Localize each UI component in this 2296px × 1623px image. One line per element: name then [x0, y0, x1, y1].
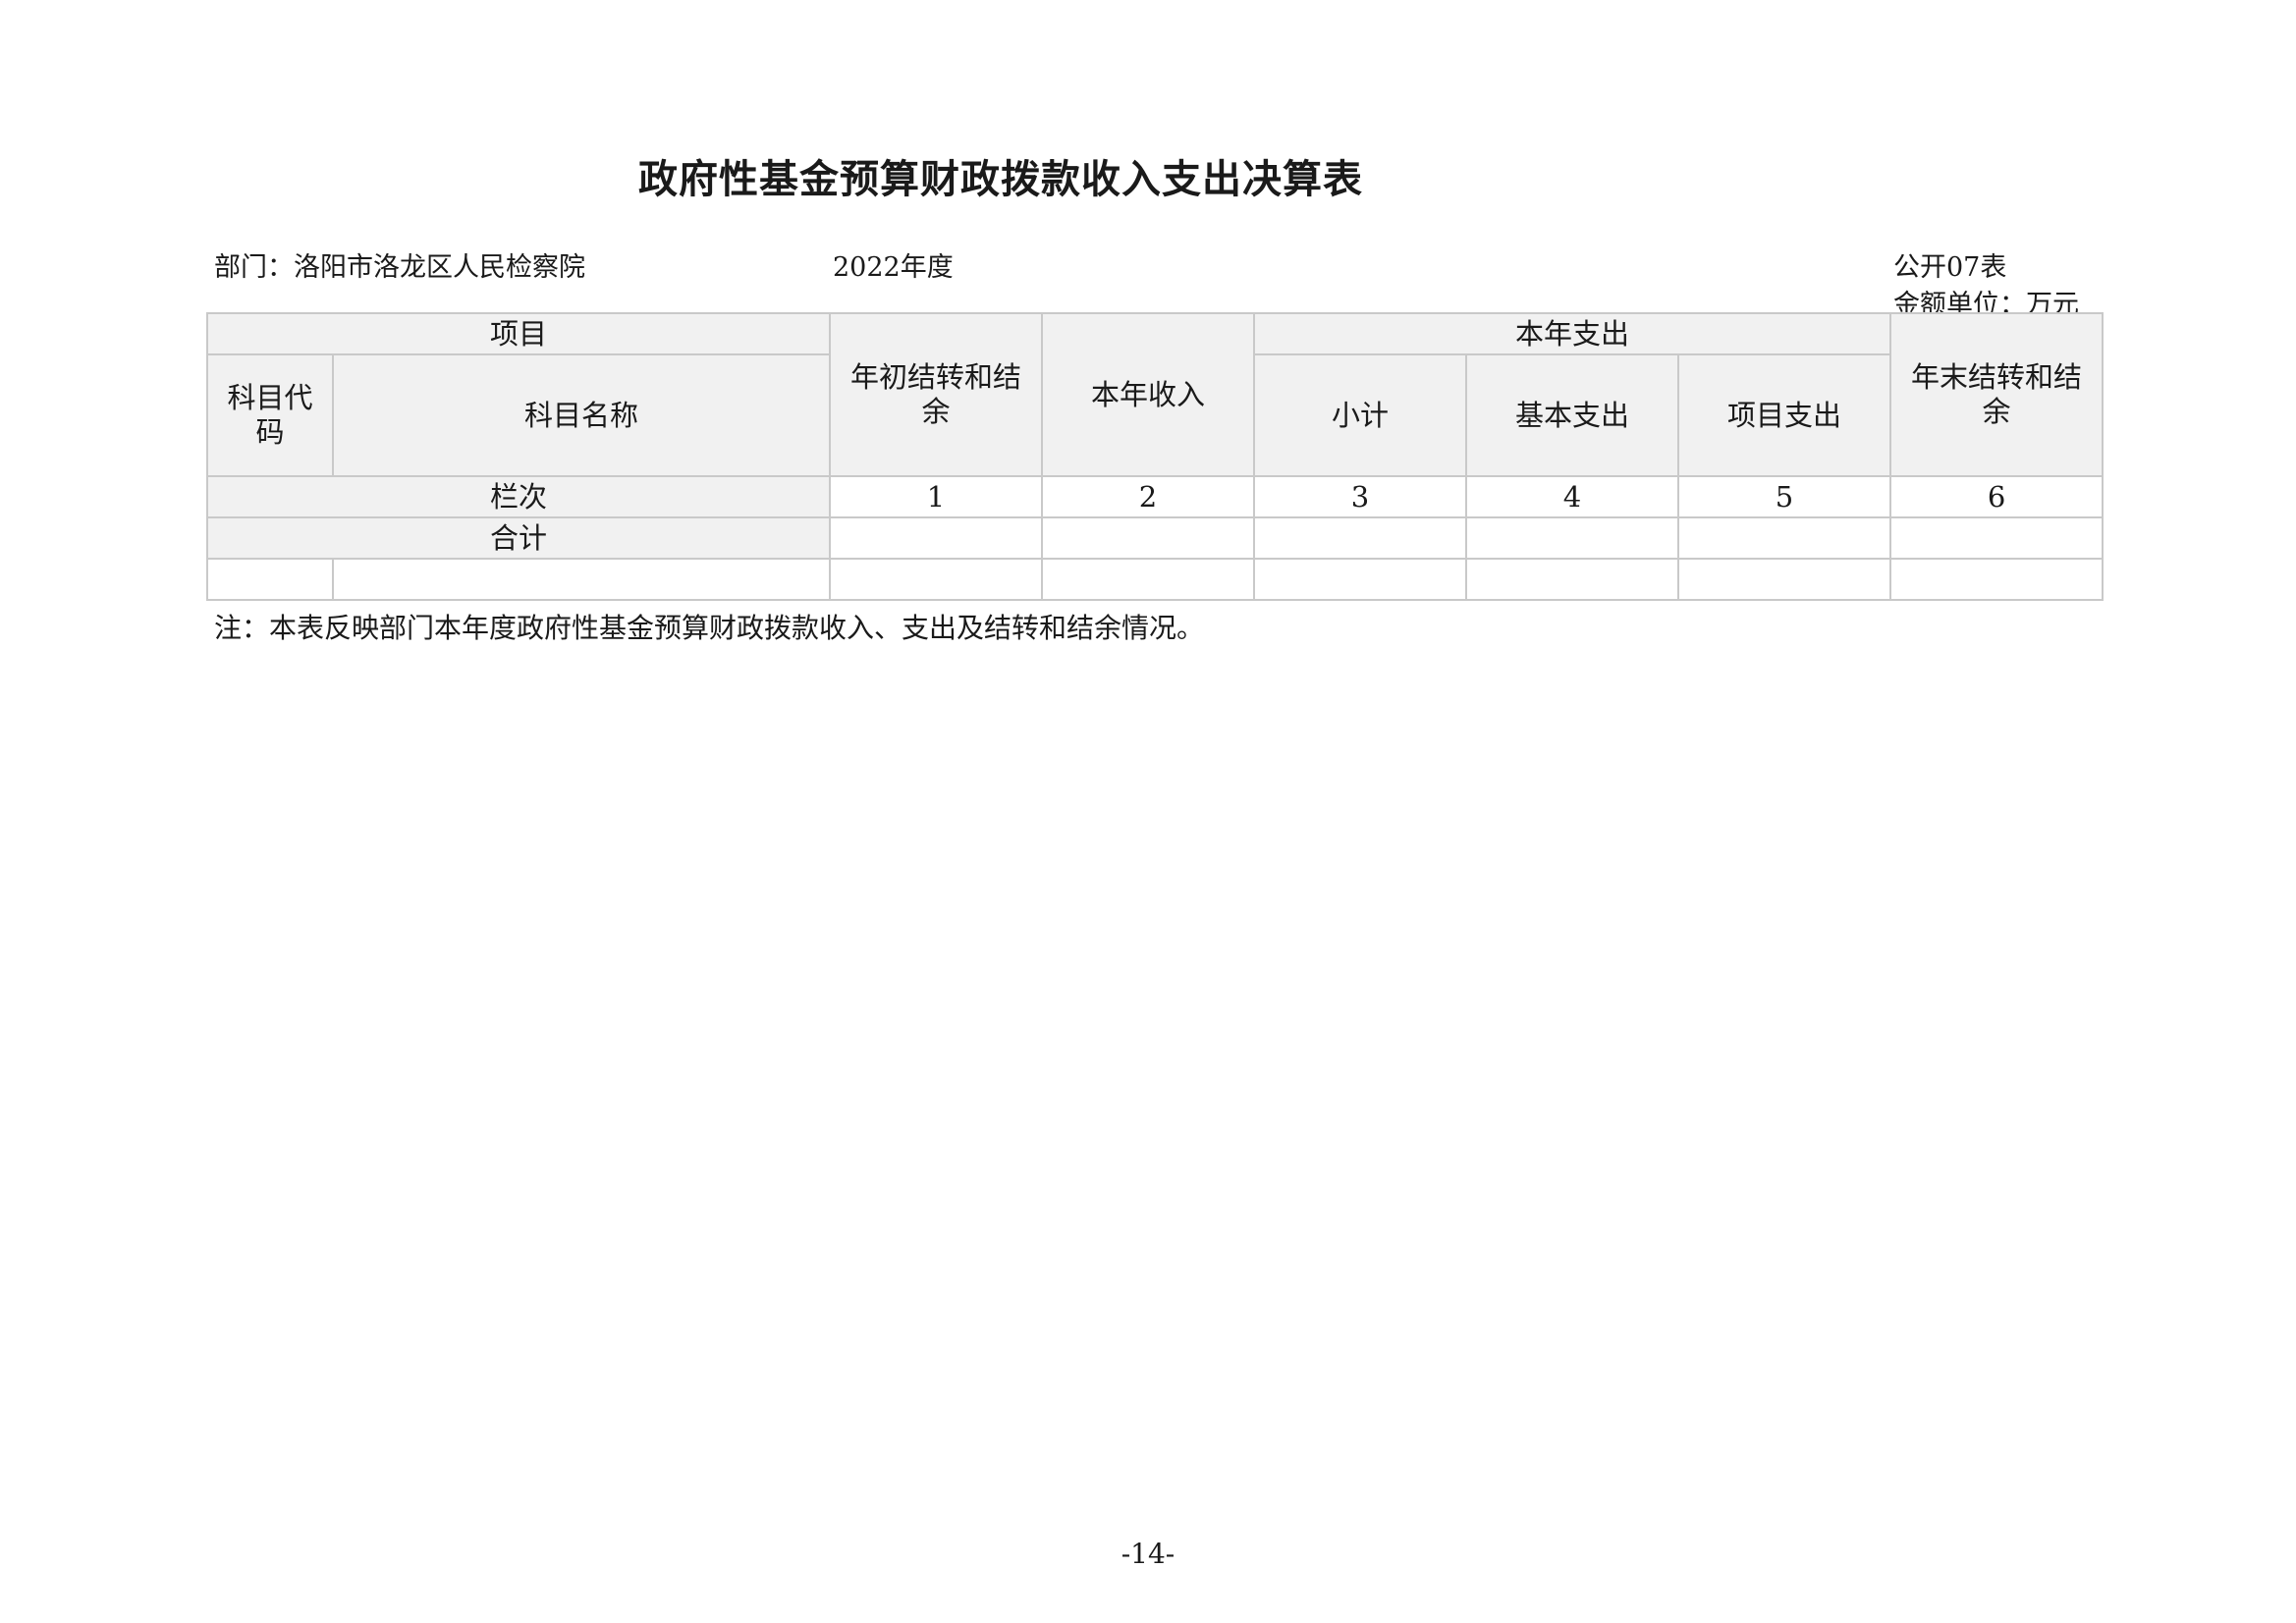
column-number: 1	[829, 475, 1044, 518]
department-label: 部门：洛阳市洛龙区人民检察院	[214, 252, 585, 283]
row-cell	[1041, 558, 1256, 601]
page-number: -14-	[1121, 1538, 1175, 1570]
total-cell	[829, 516, 1044, 560]
column-number: 3	[1253, 475, 1468, 518]
header-project: 项目	[205, 312, 832, 355]
header-closing-balance: 年末结转和结余	[1889, 312, 2105, 477]
row-cell	[1253, 558, 1468, 601]
table-row	[206, 558, 2105, 601]
row-subject-name	[331, 558, 832, 601]
row-cell	[1677, 558, 1892, 601]
row-cell	[829, 558, 1044, 601]
total-cell	[1253, 516, 1468, 560]
header-subject-code: 科目代码	[206, 353, 334, 477]
column-number-row: 栏次 1 2 3 4 5 6	[205, 475, 2105, 518]
row-cell	[1465, 558, 1680, 601]
total-cell	[1677, 516, 1892, 560]
header-project-expense: 项目支出	[1677, 353, 1892, 477]
total-row: 合计	[205, 516, 2105, 560]
header-current-expense: 本年支出	[1253, 312, 1892, 355]
page-title: 政府性基金预算财政拨款收入支出决算表	[638, 157, 1363, 202]
header-current-income: 本年收入	[1041, 312, 1256, 477]
table-note: 注：本表反映部门本年度政府性基金预算财政拨款收入、支出及结转和结余情况。	[214, 612, 1205, 644]
row-cell	[1889, 558, 2105, 601]
total-cell	[1465, 516, 1680, 560]
header-subtotal: 小计	[1253, 353, 1468, 477]
fiscal-year-label: 2022年度	[833, 252, 954, 283]
total-cell	[1889, 516, 2105, 560]
row-subject-code	[206, 558, 334, 601]
column-number: 5	[1677, 475, 1892, 518]
header-basic-expense: 基本支出	[1465, 353, 1680, 477]
column-number-label: 栏次	[205, 475, 832, 518]
table-code-label: 公开07表	[1893, 252, 2007, 283]
total-cell	[1041, 516, 1256, 560]
header-subject-name: 科目名称	[331, 353, 832, 477]
column-number: 4	[1465, 475, 1680, 518]
column-number: 6	[1889, 475, 2105, 518]
total-label: 合计	[205, 516, 832, 560]
header-row-1: 项目 年初结转和结余 本年收入 本年支出 年末结转和结余	[205, 312, 2105, 477]
budget-table: 项目 年初结转和结余 本年收入 本年支出 年末结转和结余 科目代码 科目名称 小…	[205, 312, 2105, 601]
header-opening-balance: 年初结转和结余	[829, 312, 1044, 477]
column-number: 2	[1041, 475, 1256, 518]
